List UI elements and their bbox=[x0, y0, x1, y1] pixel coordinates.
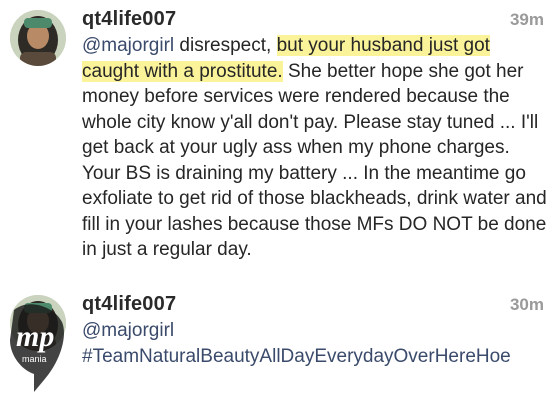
mention-link[interactable]: @majorgirl bbox=[82, 320, 174, 341]
comment-text-part: disrespect, bbox=[174, 35, 277, 56]
logo-subtext: mania bbox=[22, 354, 47, 364]
mp-logo-icon: mp mania bbox=[10, 304, 64, 392]
hashtag-link[interactable]: #TeamNaturalBeautyAllDayEverydayOverHere… bbox=[82, 346, 511, 367]
username[interactable]: qt4life007 bbox=[82, 293, 176, 316]
avatar[interactable] bbox=[10, 10, 66, 66]
avatar-image bbox=[10, 10, 66, 66]
comment-item: qt4life007 30m @majorgirl #TeamNaturalBea… bbox=[0, 285, 558, 401]
timestamp: 30m bbox=[509, 295, 544, 314]
comment-item: qt4life007 39m @majorgirl disrespect, bu… bbox=[0, 0, 558, 285]
logo-text: mp bbox=[16, 320, 54, 353]
mention-link[interactable]: @majorgirl bbox=[82, 35, 174, 56]
watermark-logo: mp mania bbox=[4, 300, 70, 396]
timestamp: 39m bbox=[509, 10, 544, 29]
username[interactable]: qt4life007 bbox=[82, 8, 176, 31]
comment-text: @majorgirl disrespect, but your husband … bbox=[82, 33, 548, 263]
comment-text-part: She better hope she got her money before… bbox=[82, 60, 547, 261]
comment-text: @majorgirl #TeamNaturalBeautyAllDayEveryd… bbox=[82, 318, 548, 369]
